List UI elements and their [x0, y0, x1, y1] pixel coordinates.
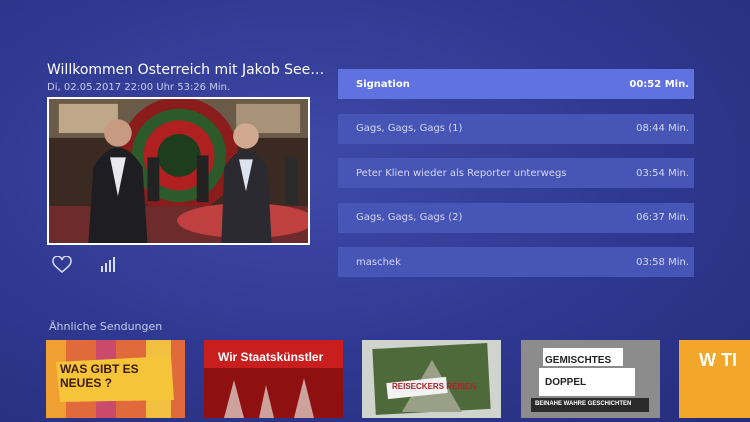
similar-show-tile[interactable]: Wir Staatskünstler	[204, 340, 343, 418]
studio-scene-image	[49, 99, 308, 243]
similar-show-tile[interactable]: REISECKERS REISEN	[362, 340, 501, 418]
segment-item[interactable]: Peter Klien wieder als Reporter unterweg…	[338, 158, 694, 188]
tile-title: Wir Staatskünstler	[218, 350, 324, 364]
segment-item[interactable]: Gags, Gags, Gags (1) 08:44 Min.	[338, 113, 694, 144]
tile-title: GEMISCHTES DOPPEL	[545, 355, 612, 388]
segment-title: Gags, Gags, Gags (1)	[356, 123, 463, 134]
segment-title: Signation	[356, 78, 410, 90]
segment-duration: 00:52 Min.	[629, 78, 689, 90]
signal-bars-icon[interactable]	[100, 255, 118, 273]
segment-list: Signation 00:52 Min. Gags, Gags, Gags (1…	[338, 69, 694, 292]
similar-show-tile[interactable]: WAS GIBT ES NEUES ?	[46, 340, 185, 418]
tile-title: WAS GIBT ES NEUES ?	[60, 362, 139, 390]
segment-duration: 03:54 Min.	[636, 167, 689, 179]
similar-shows-row: WAS GIBT ES NEUES ? Wir Staatskünstler R…	[46, 340, 750, 418]
tile-title: REISECKERS REISEN	[392, 382, 477, 391]
similar-show-tile[interactable]: W TI	[679, 340, 750, 418]
segment-title: Peter Klien wieder als Reporter unterweg…	[356, 167, 567, 179]
segment-duration: 06:37 Min.	[636, 212, 689, 223]
show-meta: Di, 02.05.2017 22:00 Uhr 53:26 Min.	[47, 82, 231, 93]
segment-item[interactable]: Gags, Gags, Gags (2) 06:37 Min.	[338, 202, 694, 233]
segment-duration: 03:58 Min.	[636, 256, 689, 268]
segment-item[interactable]: Signation 00:52 Min.	[338, 69, 694, 99]
segment-title: maschek	[356, 256, 401, 268]
tile-artwork	[362, 340, 501, 418]
similar-shows-heading: Ähnliche Sendungen	[49, 320, 163, 333]
tile-title: W TI	[699, 350, 737, 370]
segment-duration: 08:44 Min.	[636, 123, 689, 134]
video-thumbnail[interactable]	[47, 97, 310, 245]
heart-icon[interactable]	[52, 255, 72, 274]
similar-show-tile[interactable]: GEMISCHTES DOPPEL BEINAHE WAHRE GESCHICH…	[521, 340, 660, 418]
segment-title: Gags, Gags, Gags (2)	[356, 212, 463, 223]
segment-item[interactable]: maschek 03:58 Min.	[338, 247, 694, 277]
tile-subtitle: BEINAHE WAHRE GESCHICHTEN	[535, 401, 632, 407]
show-title: Willkommen Österreich mit Jakob Seeböc…	[47, 62, 332, 78]
